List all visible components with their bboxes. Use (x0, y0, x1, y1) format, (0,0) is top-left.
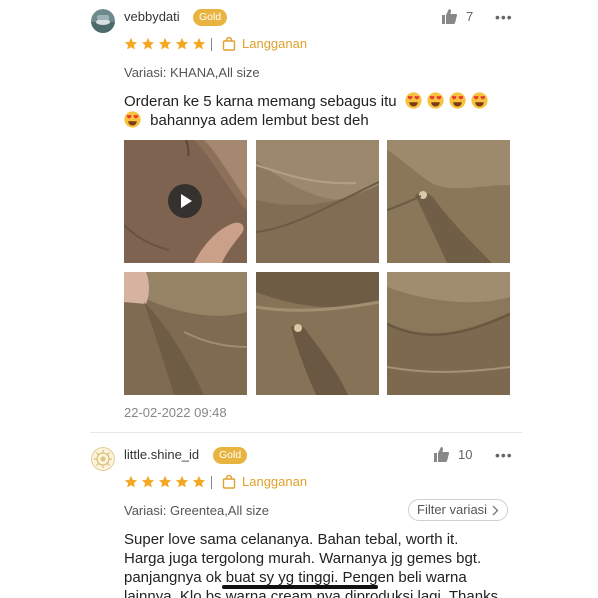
thumbs-up-icon (442, 9, 457, 24)
filter-variant-button[interactable]: Filter variasi (408, 499, 509, 521)
gold-badge: Gold (193, 9, 228, 26)
more-dots-icon: ••• (495, 9, 513, 25)
like-button[interactable]: 7 (441, 9, 473, 24)
bag-icon (222, 474, 236, 489)
star-rating (124, 475, 206, 489)
star-icon (141, 475, 155, 488)
more-options-button[interactable]: ••• (495, 447, 513, 463)
review-text-line: Orderan ke 5 karna memang sebagus itu (124, 92, 493, 111)
review-photo[interactable] (124, 272, 247, 395)
review-photo[interactable] (256, 272, 379, 395)
subscription-label: Langganan (222, 474, 307, 489)
avatar[interactable] (91, 9, 115, 33)
more-dots-icon: ••• (495, 447, 513, 463)
review-photo[interactable] (256, 140, 379, 263)
variant-text: Variasi: Greentea,All size (124, 503, 269, 518)
review-text: Orderan ke 5 karna memang sebagus itu (124, 93, 397, 110)
heart-eyes-emoji (124, 111, 141, 128)
star-icon (175, 475, 189, 488)
review-photo[interactable] (387, 272, 510, 395)
star-icon (175, 37, 189, 50)
star-icon (192, 37, 206, 50)
divider (211, 38, 212, 51)
username[interactable]: little.shine_id (124, 447, 199, 462)
review-video-thumbnail[interactable] (124, 140, 247, 263)
play-icon[interactable] (168, 184, 202, 218)
heart-eyes-emoji (471, 92, 488, 109)
star-icon (124, 37, 138, 50)
variant-text: Variasi: KHANA,All size (124, 65, 260, 80)
divider (211, 476, 212, 489)
scroll-indicator (222, 585, 378, 589)
chevron-right-icon (492, 505, 499, 515)
review-text-line: Super love sama celananya. Bahan tebal, … (124, 531, 459, 548)
subscription-label: Langganan (222, 36, 307, 51)
username[interactable]: vebbydati (124, 9, 180, 24)
star-icon (192, 475, 206, 488)
review-text-line: bahannya adem lembut best deh (124, 111, 369, 130)
review-text: bahannya adem lembut best deh (150, 112, 369, 129)
star-icon (141, 37, 155, 50)
star-icon (158, 37, 172, 50)
filter-label: Filter variasi (417, 502, 488, 517)
like-count: 7 (466, 9, 474, 24)
heart-eyes-emoji (427, 92, 444, 109)
heart-eyes-emoji (405, 92, 422, 109)
subscription-text: Langganan (242, 36, 308, 51)
review-date: 22-02-2022 09:48 (124, 405, 227, 420)
thumbs-up-icon (434, 447, 449, 462)
heart-eyes-emoji (449, 92, 466, 109)
review-text-line: Harga juga tergolong murah. Warnanya jg … (124, 550, 482, 567)
more-options-button[interactable]: ••• (495, 9, 513, 25)
review-photo[interactable] (387, 140, 510, 263)
bag-icon (222, 36, 236, 51)
like-count: 10 (458, 447, 473, 462)
like-button[interactable]: 10 (433, 447, 472, 462)
star-rating (124, 37, 206, 51)
star-icon (158, 475, 172, 488)
subscription-text: Langganan (242, 474, 308, 489)
review-card: vebbydati Gold 7 ••• Langganan Variasi: … (0, 0, 598, 432)
review-card: little.shine_id Gold 10 ••• Langganan Va… (0, 433, 598, 598)
gold-badge: Gold (213, 447, 248, 464)
avatar[interactable] (91, 447, 115, 471)
star-icon (124, 475, 138, 488)
